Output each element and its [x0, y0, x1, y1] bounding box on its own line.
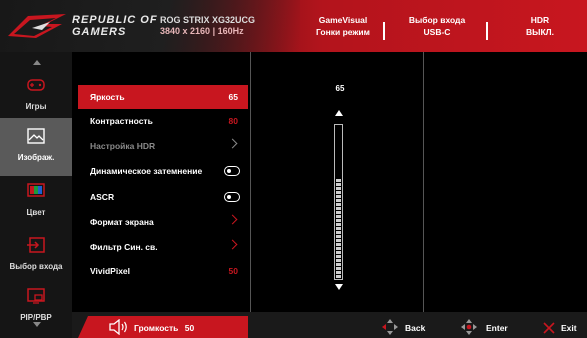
chevron-right-icon — [227, 138, 238, 149]
sidebar-item-pip-pbp[interactable]: PIP/PBP — [0, 278, 72, 336]
menu-item-label: VividPixel — [90, 266, 131, 276]
menu-item-label: Динамическое затемнение — [90, 166, 203, 176]
input-icon — [27, 237, 45, 253]
chevron-right-icon — [227, 214, 238, 225]
chevron-right-icon — [227, 239, 238, 250]
hdr-title: HDR — [530, 15, 550, 25]
column-divider — [250, 52, 251, 312]
nav-down-arrow-icon[interactable] — [33, 322, 41, 327]
sidebar-item-label: Выбор входа — [9, 262, 63, 271]
header-bar: REPUBLIC OF GAMERS ROG STRIX XG32UCG 384… — [0, 0, 587, 52]
column-divider — [423, 52, 424, 312]
toggle-off-icon[interactable] — [224, 192, 240, 202]
menu-item-value: 80 — [228, 116, 238, 126]
header-separator — [383, 22, 385, 40]
sidebar-item-games[interactable]: Игры — [0, 67, 72, 125]
header-hdr: HDR ВЫКЛ. — [495, 14, 585, 38]
gamevisual-title: GameVisual — [318, 15, 368, 25]
model-name: ROG STRIX XG32UCG — [160, 15, 256, 25]
input-value: USB-C — [423, 27, 451, 37]
speaker-icon — [109, 319, 127, 335]
back-button[interactable]: Back — [405, 323, 425, 333]
image-icon — [27, 128, 45, 144]
brightness-slider-fill — [336, 179, 341, 278]
hdr-value: ВЫКЛ. — [526, 27, 554, 37]
close-icon — [543, 322, 555, 334]
menu-item-label: Настройка HDR — [90, 141, 156, 151]
menu-item-label: Яркость — [90, 92, 125, 102]
menu-item-label: Контрастность — [90, 116, 153, 126]
sidebar-item-label: Цвет — [26, 208, 46, 217]
resolution: 3840 x 2160 — [160, 26, 211, 36]
color-icon — [27, 183, 45, 197]
menu-item-contrast[interactable]: Контрастность 80 — [78, 109, 248, 133]
volume-label: Громкость 50 — [134, 323, 194, 333]
volume-value: 50 — [184, 323, 195, 333]
refresh-rate: 160Hz — [217, 26, 244, 36]
brightness-slider[interactable] — [334, 124, 343, 280]
gamevisual-value: Гонки режим — [316, 27, 370, 37]
rog-eye-logo-icon — [8, 14, 66, 38]
menu-item-vividpixel[interactable]: VividPixel 50 — [78, 259, 248, 283]
brand-line-1: REPUBLIC OF — [72, 14, 158, 26]
sidebar-item-label: Игры — [25, 102, 47, 111]
nav-up-arrow-icon[interactable] — [33, 60, 41, 65]
toggle-off-icon[interactable] — [224, 166, 240, 176]
dpad-enter-icon — [461, 319, 477, 335]
slider-up-arrow-icon[interactable] — [335, 110, 343, 116]
volume-label-text: Громкость — [134, 323, 179, 333]
gamepad-icon — [27, 79, 45, 91]
menu-item-hdr-settings: Настройка HDR — [78, 134, 248, 158]
sidebar-item-input[interactable]: Выбор входа — [0, 227, 72, 285]
exit-button[interactable]: Exit — [561, 323, 577, 333]
menu-item-label: Формат экрана — [90, 217, 154, 227]
menu-item-label: Фильтр Син. св. — [90, 242, 158, 252]
slider-down-arrow-icon[interactable] — [335, 284, 343, 290]
brand-name: REPUBLIC OF GAMERS — [72, 14, 158, 38]
brightness-slider-value: 65 — [335, 84, 345, 93]
pip-icon — [27, 288, 45, 304]
menu-item-brightness[interactable]: Яркость 65 — [78, 85, 248, 109]
menu-item-dynamic-dimming[interactable]: Динамическое затемнение — [78, 159, 248, 183]
sidebar-item-label: Изображ. — [17, 153, 55, 162]
header-input: Выбор входа USB-C — [393, 14, 481, 38]
sidebar-item-image[interactable]: Изображ. — [0, 118, 72, 176]
menu-item-value: 50 — [228, 266, 238, 276]
sidebar-item-color[interactable]: Цвет — [0, 173, 72, 231]
dpad-back-icon — [382, 319, 398, 335]
sidebar: Игры Изображ. Цвет Выбор входа PIP/PBP — [0, 52, 72, 338]
input-title: Выбор входа — [408, 15, 466, 25]
menu-item-value: 65 — [228, 92, 238, 102]
model-info: ROG STRIX XG32UCG 3840 x 2160 | 160Hz — [160, 15, 255, 37]
menu-item-aspect-ratio[interactable]: Формат экрана — [78, 210, 248, 234]
header-gamevisual: GameVisual Гонки режим — [298, 14, 388, 38]
enter-button[interactable]: Enter — [486, 323, 508, 333]
menu-item-label: ASCR — [90, 192, 115, 202]
sidebar-item-label: PIP/PBP — [20, 313, 52, 322]
brand-line-2: GAMERS — [72, 26, 127, 38]
header-separator — [486, 22, 488, 40]
resolution-info: 3840 x 2160 | 160Hz — [160, 26, 244, 36]
menu-item-ascr[interactable]: ASCR — [78, 185, 248, 209]
menu-item-blue-light-filter[interactable]: Фильтр Син. св. — [78, 235, 248, 259]
